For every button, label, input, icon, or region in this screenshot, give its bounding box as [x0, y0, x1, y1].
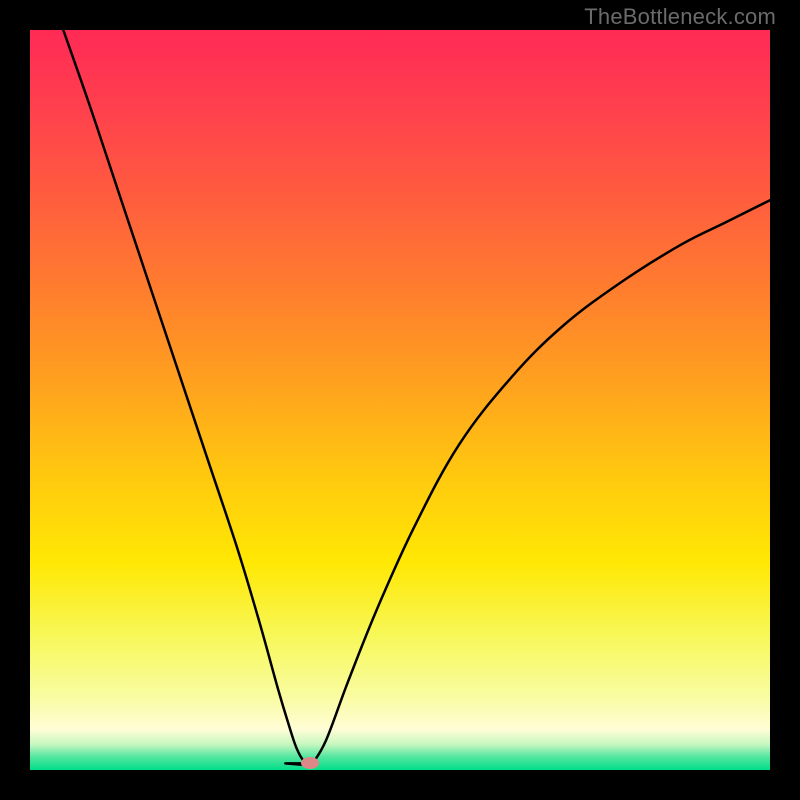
curve-left-branch [63, 30, 311, 766]
watermark-label: TheBottleneck.com [584, 4, 776, 30]
curve-right-branch [311, 200, 770, 765]
chart-frame: TheBottleneck.com [0, 0, 800, 800]
plot-area [30, 30, 770, 770]
curve-overlay [30, 30, 770, 770]
